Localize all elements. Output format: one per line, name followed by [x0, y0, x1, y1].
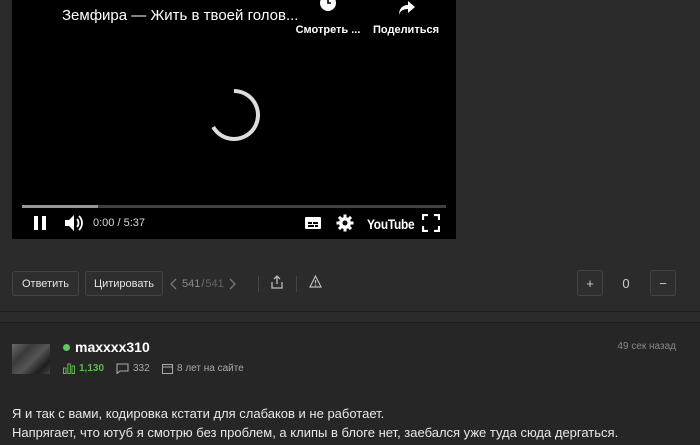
watch-later-label: Смотреть ...: [295, 24, 361, 36]
pager: 541/541: [170, 278, 236, 290]
comment-text-line: Напрягает, что ютуб я смотрю без проблем…: [12, 425, 619, 440]
comments-count: 332: [133, 363, 150, 374]
divider: [258, 276, 259, 292]
on-site-duration: 8 лет на сайте: [177, 363, 244, 374]
upload-share-icon[interactable]: [271, 275, 283, 289]
settings-gear-icon[interactable]: [336, 214, 354, 232]
clock-icon: [320, 0, 336, 11]
divider: [296, 276, 297, 292]
comment: maxxxx310 49 сек назад 1,130 332 8 лет н…: [0, 322, 700, 445]
subtitles-icon[interactable]: [304, 214, 322, 232]
chevron-right-icon[interactable]: [228, 278, 236, 290]
volume-icon[interactable]: [64, 214, 84, 232]
avatar[interactable]: [12, 344, 50, 374]
fullscreen-icon[interactable]: [422, 214, 440, 232]
rating-bars-icon: [63, 363, 75, 374]
online-indicator: [63, 344, 70, 351]
video-title[interactable]: Земфира — Жить в твоей голов...: [62, 7, 298, 24]
user-rating: 1,130: [63, 363, 104, 374]
page: Земфира — Жить в твоей голов... Смотреть…: [0, 0, 700, 445]
user-comments: 332: [116, 363, 150, 374]
reply-button[interactable]: Ответить: [12, 271, 79, 296]
comment-text: Я и так с вами, кодировка кстати для сла…: [12, 404, 618, 442]
youtube-logo[interactable]: YouTube: [367, 216, 415, 232]
video-time: 0:00 / 5:37: [93, 217, 145, 229]
rating-value: 1,130: [79, 363, 105, 374]
progress-bar[interactable]: [22, 205, 446, 208]
comment-text-line: Я и так с вами, кодировка кстати для сла…: [12, 406, 385, 421]
downvote-button[interactable]: −: [650, 270, 676, 296]
page-separator: /: [201, 278, 205, 290]
post-toolbar: Ответить Цитировать 541/541 + 0 −: [0, 256, 700, 312]
warning-icon[interactable]: [309, 275, 322, 288]
video-player[interactable]: Земфира — Жить в твоей голов... Смотреть…: [12, 0, 456, 239]
share-label: Поделиться: [372, 24, 440, 36]
upvote-button[interactable]: +: [577, 270, 603, 296]
pause-icon[interactable]: [32, 214, 48, 232]
comment-bubble-icon: [116, 363, 129, 374]
post-score: 0: [622, 276, 630, 291]
share-arrow-icon: [399, 1, 415, 15]
calendar-icon: [162, 364, 173, 374]
quote-button[interactable]: Цитировать: [85, 271, 163, 296]
username[interactable]: maxxxx310: [75, 339, 150, 355]
page-total: 541: [205, 278, 224, 290]
comment-time[interactable]: 49 сек назад: [617, 341, 676, 352]
progress-buffer: [22, 205, 99, 208]
chevron-left-icon[interactable]: [170, 278, 178, 290]
loading-spinner-icon: [211, 89, 260, 141]
page-current: 541: [182, 278, 201, 290]
user-age: 8 лет на сайте: [162, 363, 244, 374]
